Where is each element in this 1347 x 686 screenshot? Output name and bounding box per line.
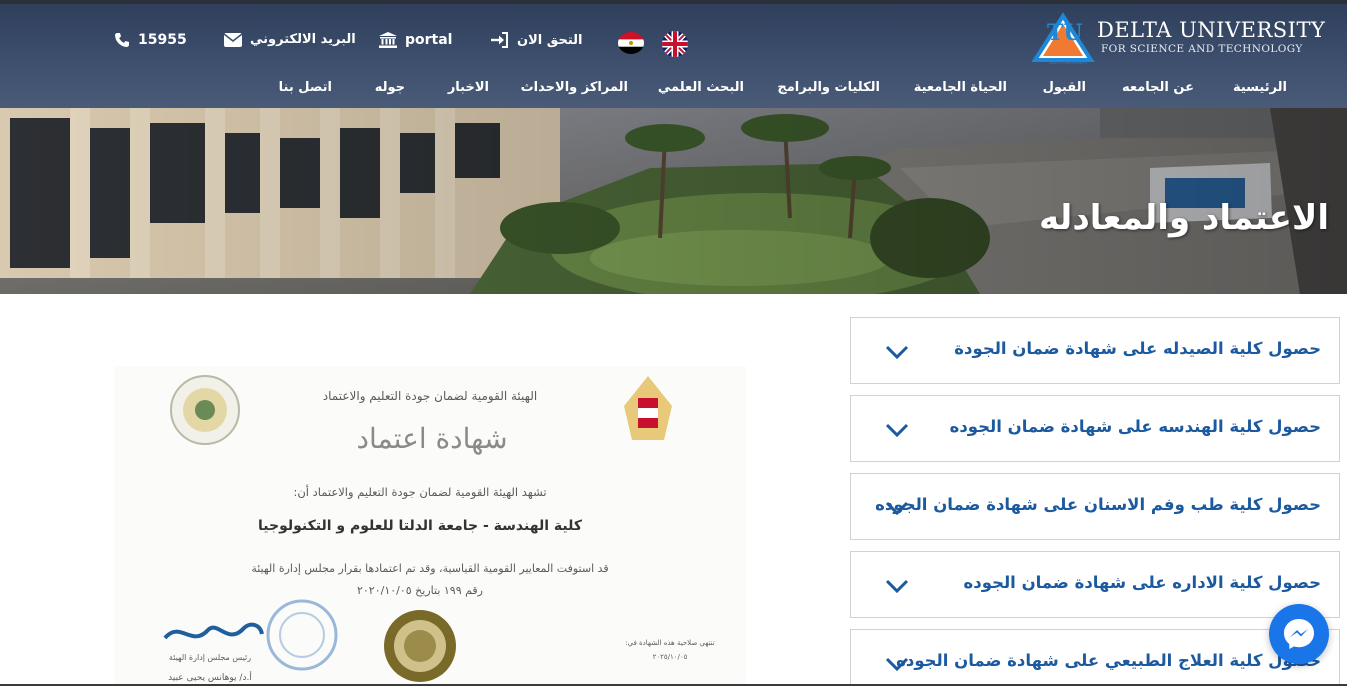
accordion-item-title: حصول كلية الصيدله على شهادة ضمان الجودة bbox=[954, 339, 1321, 358]
naqaae-seal-icon bbox=[170, 375, 240, 445]
logo-title: DELTA UNIVERSITY bbox=[1097, 18, 1326, 42]
accordion-item-title: حصول كلية الاداره على شهادة ضمان الجوده bbox=[963, 573, 1321, 592]
svg-text:تنتهي صلاحية هذه الشهادة في:: تنتهي صلاحية هذه الشهادة في: bbox=[625, 639, 715, 647]
accordion-item-title: حصول كلية الهندسه على شهادة ضمان الجوده bbox=[949, 417, 1321, 436]
main-nav: الرئيسية عن الجامعه القبول الحياة الجامع… bbox=[0, 72, 1347, 108]
top-bar: 15955 البريد الالكتروني portal التحق الا… bbox=[0, 31, 700, 57]
nav-item-home[interactable]: الرئيسية bbox=[1233, 80, 1287, 95]
hero-banner: الاعتماد والمعادله bbox=[0, 108, 1347, 294]
nav-item-about[interactable]: عن الجامعه bbox=[1122, 80, 1194, 95]
egypt-flag-icon bbox=[618, 32, 644, 54]
svg-text:DELTA UNIVERSITY: DELTA UNIVERSITY bbox=[1049, 60, 1088, 65]
english-language-button[interactable] bbox=[662, 31, 688, 57]
sign-in-icon bbox=[491, 32, 508, 48]
accordion-item-engineering[interactable]: حصول كلية الهندسه على شهادة ضمان الجوده bbox=[850, 395, 1340, 462]
accordion-item-title: حصول كلية العلاج الطبيعي على شهادة ضمان … bbox=[896, 651, 1321, 670]
messenger-icon bbox=[1284, 619, 1314, 649]
phone-icon bbox=[115, 33, 129, 47]
nav-item-admission[interactable]: القبول bbox=[1043, 80, 1086, 95]
svg-text:TU: TU bbox=[1047, 20, 1083, 46]
chevron-down-icon[interactable] bbox=[885, 578, 909, 594]
accordion-item-administration[interactable]: حصول كلية الاداره على شهادة ضمان الجوده bbox=[850, 551, 1340, 618]
page-title: الاعتماد والمعادله bbox=[1038, 198, 1329, 238]
email-label: البريد الالكتروني bbox=[250, 32, 356, 47]
accordion-item-physical-therapy[interactable]: حصول كلية العلاج الطبيعي على شهادة ضمان … bbox=[850, 629, 1340, 686]
svg-text:رئيس مجلس إدارة الهيئة: رئيس مجلس إدارة الهيئة bbox=[169, 653, 251, 663]
chevron-down-icon[interactable] bbox=[885, 344, 909, 360]
svg-text:شهادة اعتماد: شهادة اعتماد bbox=[356, 422, 507, 455]
email-link[interactable]: البريد الالكتروني bbox=[224, 32, 356, 47]
arabic-language-button[interactable] bbox=[618, 32, 644, 54]
chevron-down-icon[interactable] bbox=[885, 656, 909, 672]
nav-item-contact[interactable]: اتصل بنا bbox=[279, 80, 332, 95]
accordion-item-pharmacy[interactable]: حصول كلية الصيدله على شهادة ضمان الجودة bbox=[850, 317, 1340, 384]
nav-item-tour[interactable]: جوله bbox=[375, 80, 405, 95]
svg-text:رقم ١٩٩ بتاريخ ٢٠٢٠/١٠/٠٥: رقم ١٩٩ بتاريخ ٢٠٢٠/١٠/٠٥ bbox=[357, 584, 483, 597]
phone-link[interactable]: 15955 bbox=[114, 32, 187, 48]
svg-text:قد استوفت المعايير القومية الق: قد استوفت المعايير القومية القياسية، وقد… bbox=[251, 562, 608, 575]
svg-text:كلية الهندسة - جامعة الدلتا لل: كلية الهندسة - جامعة الدلتا للعلوم و الت… bbox=[258, 518, 583, 534]
svg-text:٢٠٢٥/١٠/٠٥: ٢٠٢٥/١٠/٠٥ bbox=[653, 653, 688, 661]
nav-item-research[interactable]: البحث العلمي bbox=[658, 80, 744, 95]
messenger-chat-button[interactable] bbox=[1269, 604, 1329, 664]
chevron-down-icon[interactable] bbox=[885, 500, 909, 516]
site-header: TU DELTA UNIVERSITY DELTA UNIVERSITY FOR… bbox=[0, 0, 1347, 108]
nav-item-centers-events[interactable]: المراكز والاحداث bbox=[521, 80, 628, 95]
enroll-now-label: التحق الان bbox=[517, 32, 583, 48]
nav-item-faculties[interactable]: الكليات والبرامج bbox=[777, 80, 880, 95]
university-logo[interactable]: TU DELTA UNIVERSITY DELTA UNIVERSITY FOR… bbox=[1029, 10, 1329, 66]
portal-label: portal bbox=[405, 32, 453, 48]
accreditation-certificate-image: الهيئة القومية لضمان جودة التعليم والاعت… bbox=[110, 362, 750, 686]
nav-item-campus-life[interactable]: الحياة الجامعية bbox=[914, 80, 1007, 95]
svg-text:تشهد الهيئة القومية لضمان جودة: تشهد الهيئة القومية لضمان جودة التعليم و… bbox=[293, 484, 546, 500]
chevron-down-icon[interactable] bbox=[885, 422, 909, 438]
nav-item-news[interactable]: الاخبار bbox=[448, 80, 489, 95]
accordion-item-dentistry[interactable]: حصول كلية طب وفم الاسنان على شهادة ضمان … bbox=[850, 473, 1340, 540]
phone-number: 15955 bbox=[138, 32, 187, 48]
logo-subtitle: FOR SCIENCE AND TECHNOLOGY bbox=[1101, 43, 1303, 55]
envelope-icon bbox=[224, 32, 242, 47]
bank-icon bbox=[379, 32, 397, 48]
accordion-item-title: حصول كلية طب وفم الاسنان على شهادة ضمان … bbox=[875, 495, 1321, 514]
svg-text:أ.د/ يوهانس يحيى عبيد: أ.د/ يوهانس يحيى عبيد bbox=[168, 671, 252, 683]
logo-mark-icon: TU DELTA UNIVERSITY bbox=[1031, 12, 1095, 65]
enroll-now-link[interactable]: التحق الان bbox=[491, 32, 583, 48]
svg-text:الهيئة القومية لضمان جودة التع: الهيئة القومية لضمان جودة التعليم والاعت… bbox=[323, 389, 537, 404]
uk-flag-icon bbox=[662, 31, 688, 57]
gold-seal-icon bbox=[384, 610, 456, 682]
portal-link[interactable]: portal bbox=[379, 32, 452, 48]
